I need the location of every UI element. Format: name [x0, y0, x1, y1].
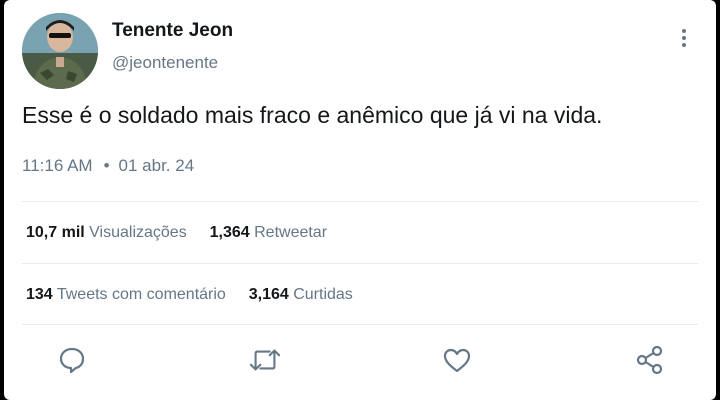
- share-icon[interactable]: [634, 344, 666, 376]
- comments-label[interactable]: Tweets com comentário: [57, 286, 226, 303]
- tweet-text: Esse é o soldado mais fraco e anêmico qu…: [22, 102, 603, 128]
- author-name[interactable]: Tenente Jeon: [112, 20, 233, 42]
- tweet-date: 01 abr. 24: [118, 156, 195, 175]
- views-count: 10,7 mil: [26, 224, 85, 241]
- retweets-count[interactable]: 1,364: [210, 224, 250, 241]
- retweets-label[interactable]: Retweetar: [254, 224, 327, 241]
- tweet-card: Tenente Jeon @jeontenente Esse é o solda…: [4, 0, 716, 400]
- divider: [22, 324, 698, 325]
- avatar[interactable]: [22, 13, 98, 89]
- comments-count[interactable]: 134: [26, 286, 53, 303]
- divider: [22, 201, 698, 202]
- tweet-timestamp: 11:16 AM • 01 abr. 24: [22, 156, 194, 176]
- retweet-icon[interactable]: [249, 344, 281, 376]
- tweet-time: 11:16 AM: [22, 156, 93, 175]
- avatar-image: [22, 13, 98, 89]
- more-options-icon[interactable]: [672, 24, 696, 52]
- stats-row-engagement: 134 Tweets com comentário 3,164 Curtidas: [26, 286, 353, 304]
- views-label: Visualizações: [89, 224, 187, 241]
- likes-label[interactable]: Curtidas: [293, 286, 353, 303]
- author-handle[interactable]: @jeontenente: [112, 53, 218, 73]
- stats-row-views: 10,7 mil Visualizações 1,364 Retweetar: [26, 224, 327, 242]
- action-bar: [4, 340, 716, 380]
- like-icon[interactable]: [441, 344, 473, 376]
- divider: [22, 263, 698, 264]
- separator-dot: •: [103, 156, 110, 175]
- likes-count[interactable]: 3,164: [249, 286, 289, 303]
- reply-icon[interactable]: [56, 344, 88, 376]
